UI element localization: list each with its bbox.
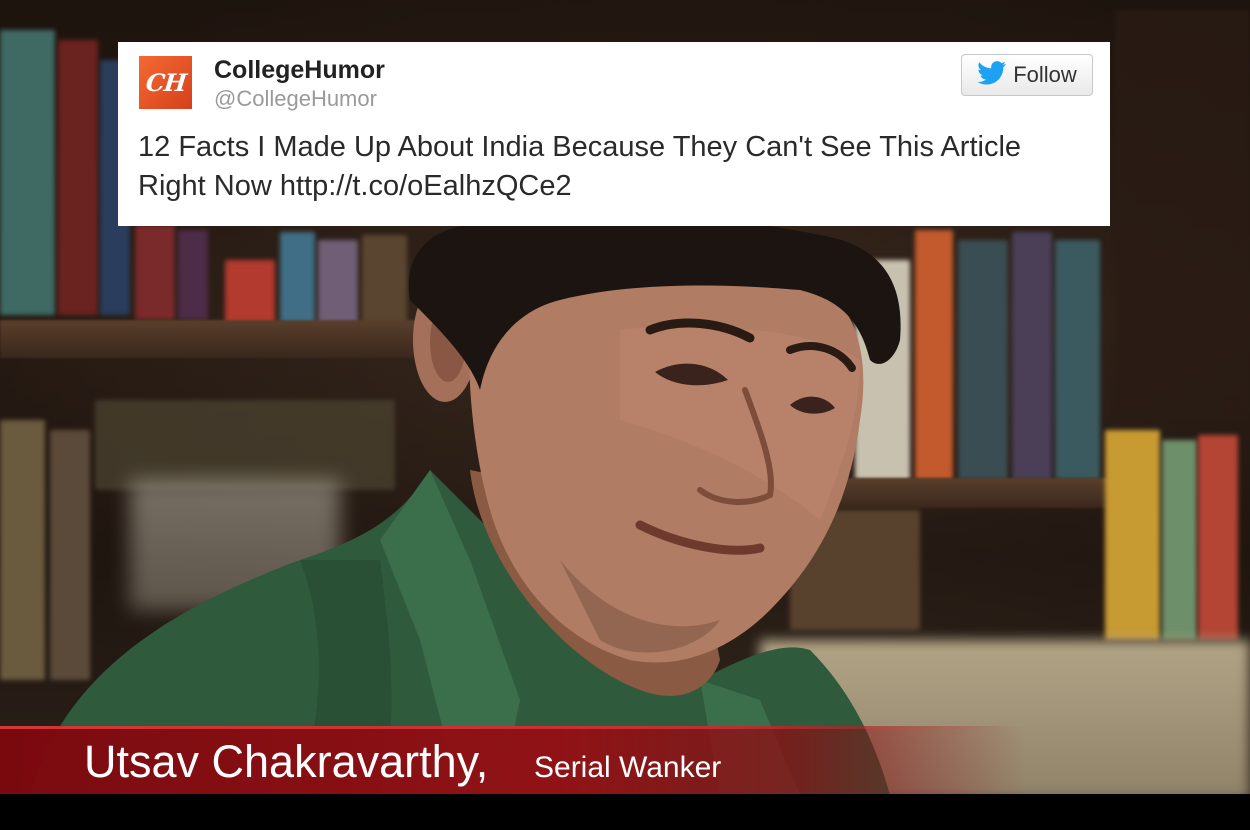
collegehumor-avatar[interactable]: CH xyxy=(139,56,192,109)
tweet-handle[interactable]: @CollegeHumor xyxy=(214,86,377,112)
caption-person-title: Serial Wanker xyxy=(534,751,722,784)
caption-person-name: Utsav Chakravarthy, xyxy=(84,736,489,787)
tweet-card: CH CollegeHumor @CollegeHumor Follow 12 … xyxy=(118,42,1110,226)
letterbox-bar xyxy=(0,794,1250,830)
lower-third-caption: Utsav Chakravarthy, Serial Wanker xyxy=(0,726,1250,794)
follow-button[interactable]: Follow xyxy=(961,54,1093,96)
tweet-display-name[interactable]: CollegeHumor xyxy=(214,56,385,85)
twitter-bird-icon xyxy=(977,60,1007,90)
video-frame: CH CollegeHumor @CollegeHumor Follow 12 … xyxy=(0,0,1250,830)
tweet-text: 12 Facts I Made Up About India Because T… xyxy=(138,131,1022,202)
follow-button-label: Follow xyxy=(1013,62,1077,87)
avatar-logo-text: CH xyxy=(144,68,187,97)
